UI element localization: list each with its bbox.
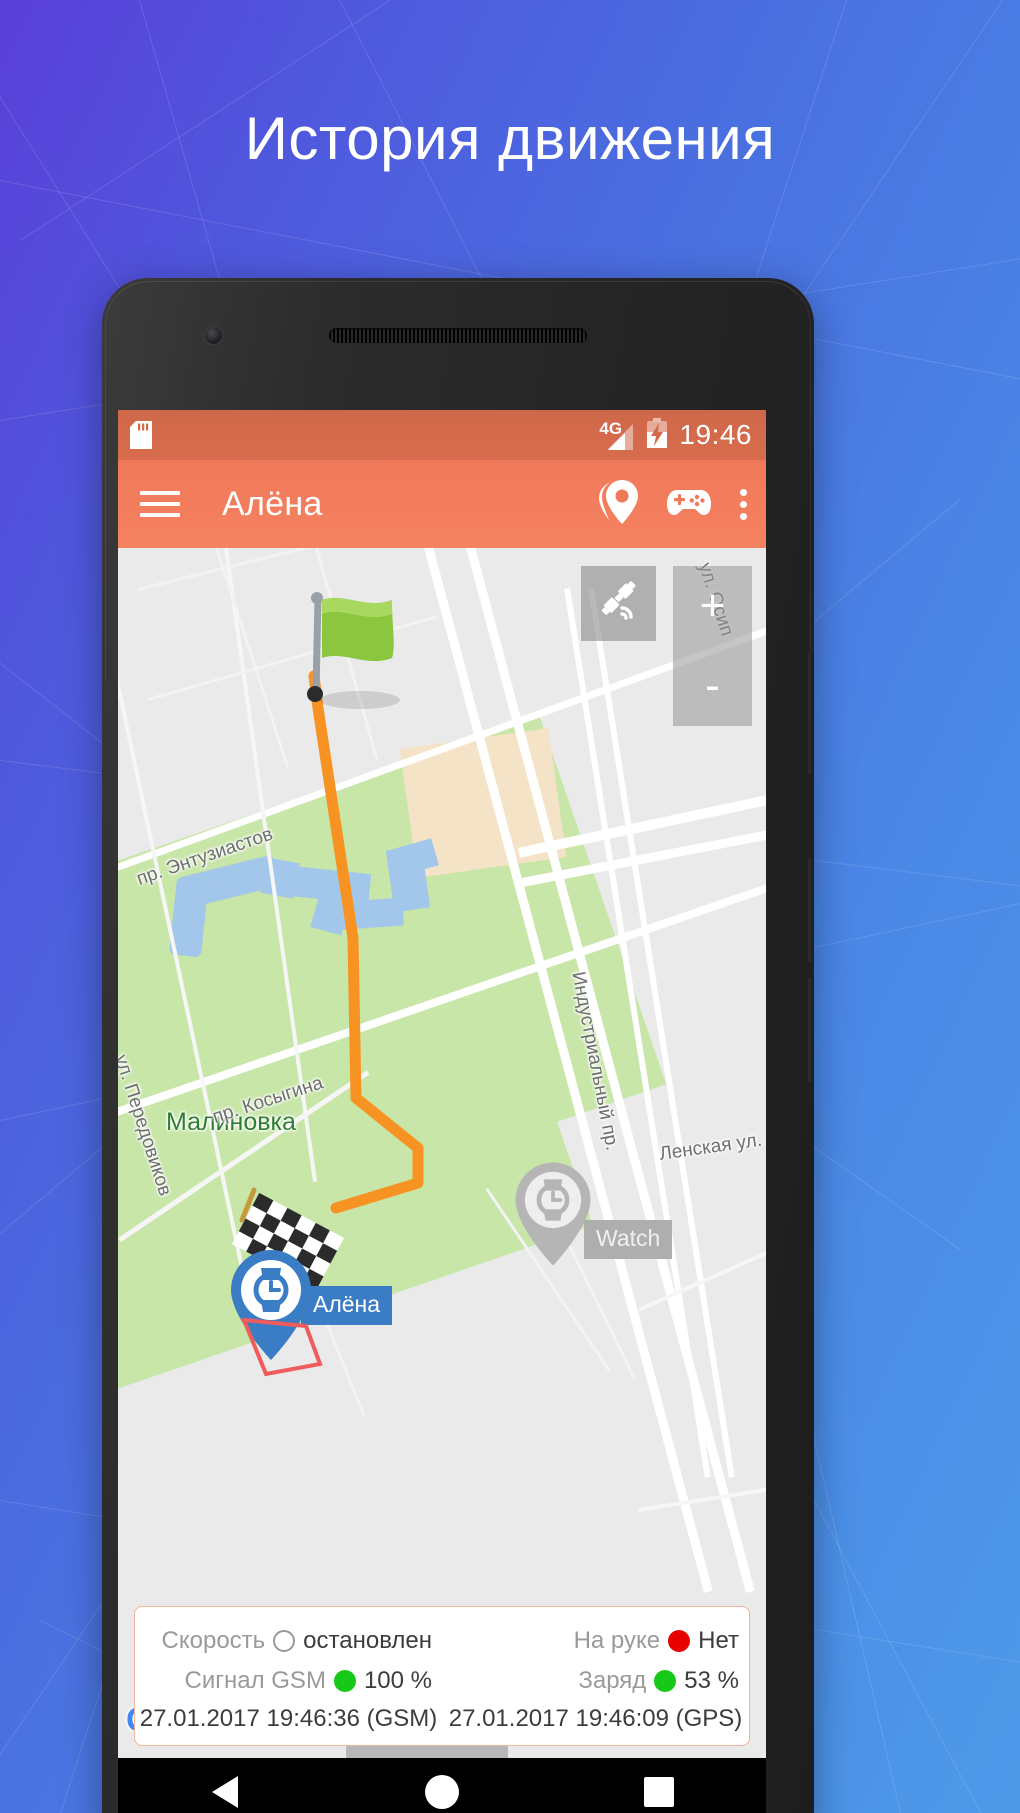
zoom-in-button[interactable]: + xyxy=(673,566,752,646)
battery-charge-indicator-dot xyxy=(654,1670,677,1692)
watch-marker-inactive-label: Watch xyxy=(584,1220,673,1259)
status-row: Скорость остановлен На руке Нет xyxy=(135,1621,749,1661)
volume-down-button[interactable] xyxy=(808,978,814,1082)
green-flag-icon xyxy=(307,592,400,709)
page-title: История движения xyxy=(244,105,776,172)
gsm-signal-value: 100 % xyxy=(363,1667,432,1694)
sd-card-icon xyxy=(130,421,152,449)
nav-back-button[interactable] xyxy=(208,1774,242,1813)
earpiece-speaker xyxy=(329,328,587,343)
speed-value: остановлен xyxy=(303,1627,432,1654)
map-zoom-controls: + - xyxy=(673,566,752,726)
on-wrist-status-cell: На руке Нет xyxy=(442,1621,749,1661)
on-wrist-indicator-dot xyxy=(668,1630,691,1652)
signal-bars-icon: 4G xyxy=(599,420,637,450)
zoom-out-button[interactable]: - xyxy=(673,646,752,726)
speed-status-cell: Скорость остановлен xyxy=(135,1621,442,1661)
nav-home-button[interactable] xyxy=(423,1773,461,1813)
volume-up-button[interactable] xyxy=(808,858,814,962)
gsm-signal-cell: Сигнал GSM 100 % xyxy=(135,1661,442,1701)
start-flag-marker[interactable] xyxy=(296,592,426,737)
timestamps-row: 27.01.2017 19:46:36 (GSM) 27.01.2017 19:… xyxy=(135,1701,749,1733)
back-triangle-icon xyxy=(208,1775,242,1813)
status-bar-clock: 19:46 xyxy=(679,419,752,450)
phone-device-frame: 4G 19:46 Алёна пр. Энтузиастов Малиновка… xyxy=(102,278,814,1813)
app-bar-actions xyxy=(596,478,748,531)
phone-screen: 4G 19:46 Алёна пр. Энтузиастов Малиновка… xyxy=(118,410,766,1758)
locate-button[interactable] xyxy=(596,478,638,531)
android-navigation-bar xyxy=(118,1758,766,1813)
recents-square-icon xyxy=(642,1776,676,1813)
status-bar-right-group: 4G 19:46 xyxy=(599,417,752,453)
location-pin-icon xyxy=(596,478,638,531)
satellite-toggle-button[interactable] xyxy=(581,566,656,641)
satellite-icon xyxy=(596,578,642,629)
accuracy-polygon xyxy=(240,1317,323,1377)
gsm-signal-label: Сигнал GSM xyxy=(184,1667,326,1694)
hamburger-menu-icon[interactable] xyxy=(140,484,180,524)
gsm-signal-indicator-dot xyxy=(333,1670,356,1692)
battery-charge-value: 53 % xyxy=(684,1667,739,1694)
gps-timestamp: 27.01.2017 19:46:09 (GPS) xyxy=(448,1705,743,1732)
map-view[interactable]: пр. Энтузиастов Малиновка пр. Косыгина у… xyxy=(118,548,766,1758)
speed-label: Скорость xyxy=(161,1627,266,1654)
app-bar-title: Алёна xyxy=(222,484,323,523)
gsm-timestamp: 27.01.2017 19:46:36 (GSM) xyxy=(139,1705,438,1732)
power-button[interactable] xyxy=(808,652,814,774)
gamepad-icon xyxy=(666,486,712,523)
home-circle-icon xyxy=(423,1774,461,1813)
overflow-menu-icon xyxy=(740,484,748,525)
on-wrist-label: На руке xyxy=(573,1627,661,1654)
nav-recents-button[interactable] xyxy=(642,1775,676,1813)
status-row: Сигнал GSM 100 % Заряд 53 % xyxy=(135,1661,749,1701)
battery-charge-label: Заряд xyxy=(578,1667,647,1694)
battery-charging-icon xyxy=(646,417,668,453)
speed-indicator-dot xyxy=(273,1630,296,1652)
overflow-menu-button[interactable] xyxy=(740,484,748,525)
app-bar: Алёна xyxy=(118,460,766,548)
battery-charge-cell: Заряд 53 % xyxy=(442,1661,749,1701)
status-bar: 4G 19:46 xyxy=(118,410,766,460)
front-camera xyxy=(205,327,222,344)
on-wrist-value: Нет xyxy=(698,1627,739,1654)
device-status-panel: Скорость остановлен На руке Нет Сигнал G… xyxy=(134,1606,750,1746)
games-button[interactable] xyxy=(666,486,712,523)
